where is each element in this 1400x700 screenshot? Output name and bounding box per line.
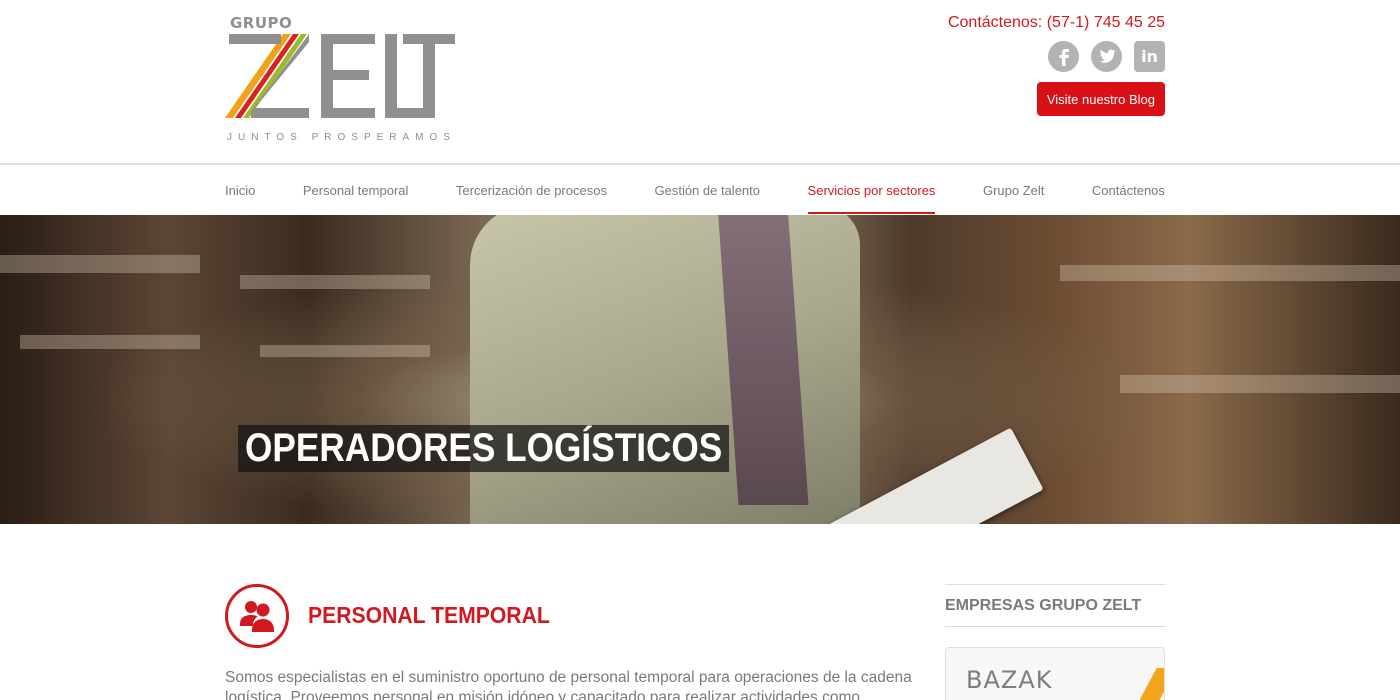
card-accent-stripe (1135, 668, 1164, 700)
section-body-text: Somos especialistas en el suministro opo… (225, 669, 912, 700)
shelf-shape (240, 275, 430, 289)
social-links: in (1048, 41, 1165, 72)
shelf-shape (260, 345, 430, 357)
nav-item-tercerizacion[interactable]: Tercerización de procesos (456, 166, 607, 215)
shelf-shape (1120, 375, 1400, 393)
nav-item-gestion-talento[interactable]: Gestión de talento (654, 166, 760, 215)
facebook-icon[interactable] (1048, 41, 1079, 72)
blog-button[interactable]: Visite nuestro Blog (1036, 82, 1165, 116)
contact-phone[interactable]: Contáctenos: (57-1) 745 45 25 (948, 14, 1165, 32)
shelf-shape (0, 255, 200, 273)
section-title: PERSONAL TEMPORAL (308, 602, 550, 628)
logo-grupo-text: GRUPO (230, 14, 293, 32)
nav-item-contactenos[interactable]: Contáctenos (1092, 166, 1165, 215)
grupo-zelt-logo[interactable]: GRUPO JUNTOS PROSPERAMOS (225, 12, 460, 147)
nav-item-grupo-zelt[interactable]: Grupo Zelt (983, 166, 1044, 215)
hero-banner: OPERADORES LOGÍSTICOS (0, 215, 1400, 524)
main-nav: Inicio Personal temporal Tercerización d… (0, 166, 1400, 215)
twitter-icon[interactable] (1091, 41, 1122, 72)
logo-zelt-mark (225, 34, 455, 118)
nav-item-servicios-sectores[interactable]: Servicios por sectores (807, 166, 935, 215)
sidebar-heading: EMPRESAS GRUPO ZELT (945, 584, 1165, 627)
people-icon (225, 584, 289, 648)
nav-item-inicio[interactable]: Inicio (225, 166, 255, 215)
linkedin-icon[interactable]: in (1134, 41, 1165, 72)
site-header: GRUPO JUNTOS PROSPERAMOS Contáctenos: (5… (0, 0, 1400, 165)
linkedin-glyph: in (1141, 47, 1158, 66)
shelf-shape (1060, 265, 1400, 281)
logo-tagline: JUNTOS PROSPERAMOS (227, 132, 456, 143)
bazak-company-card[interactable]: BAZAK (945, 647, 1165, 700)
hero-title: OPERADORES LOGÍSTICOS (238, 425, 730, 472)
shelf-shape (20, 335, 200, 349)
bazak-logo: BAZAK (966, 666, 1053, 694)
nav-item-personal-temporal[interactable]: Personal temporal (303, 166, 409, 215)
